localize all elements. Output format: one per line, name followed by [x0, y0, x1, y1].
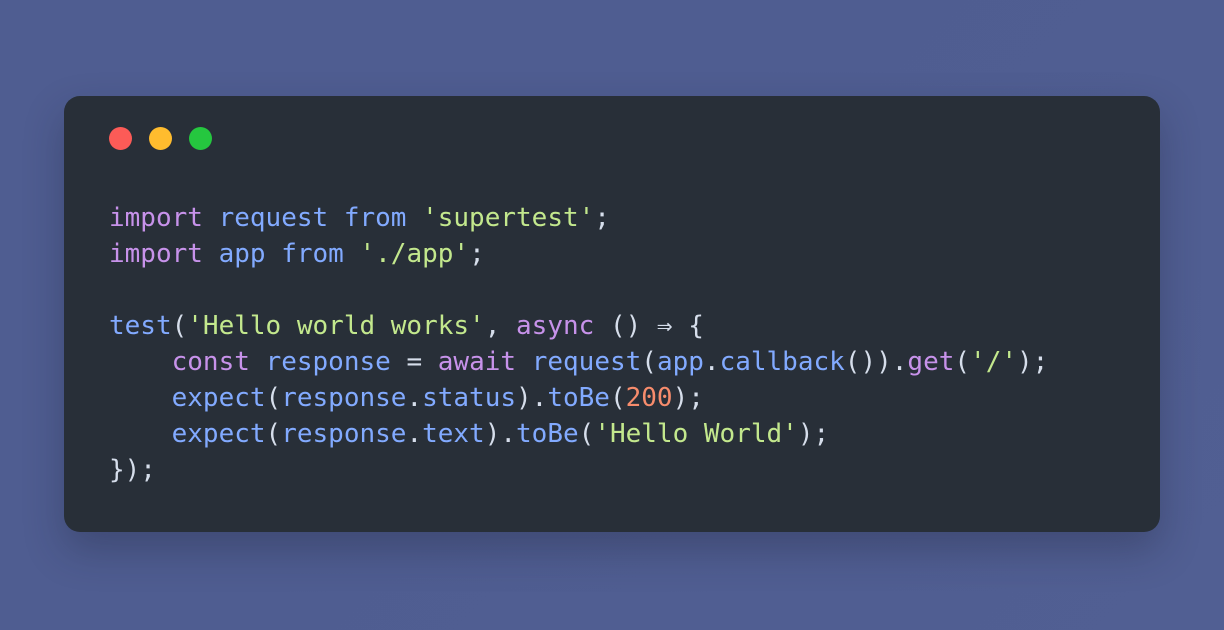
screenshot-stage: import request from 'supertest'; import a… — [0, 0, 1224, 630]
code-token-punct: () — [594, 311, 657, 341]
code-token-punct: ()) — [844, 347, 892, 377]
code-token-punct: { — [672, 311, 704, 341]
code-token-punct: ( — [265, 419, 282, 449]
code-token-punct: . — [891, 347, 908, 377]
code-token-punct: ( — [578, 419, 595, 449]
code-token-prop: text — [422, 419, 485, 449]
code-token-keyword: await — [437, 347, 517, 377]
code-token-punct: , — [484, 311, 517, 341]
code-token-punct: . — [703, 347, 720, 377]
code-token-punct: . — [406, 383, 423, 413]
code-token-method: toBe — [516, 419, 579, 449]
code-token-string: './app' — [359, 239, 470, 269]
code-block: import request from 'supertest'; import a… — [109, 200, 1140, 488]
code-token-punct: ( — [609, 383, 626, 413]
code-token-punct: ; — [469, 239, 485, 269]
code-token-ident: from — [343, 203, 407, 233]
code-token-prop: status — [422, 383, 517, 413]
minimize-traffic-light-icon[interactable] — [149, 126, 172, 150]
code-token-string: 'supertest' — [422, 203, 595, 233]
code-line: const response = await request(app.callb… — [109, 344, 1140, 380]
code-token-punct: ); — [797, 419, 830, 449]
code-token-punct: . — [500, 419, 517, 449]
code-token-func: test — [109, 311, 172, 341]
code-token-func: expect — [171, 419, 266, 449]
code-token-punct: ); — [672, 383, 704, 413]
code-line: import app from './app'; — [109, 236, 1140, 272]
code-token-punct: ( — [265, 383, 282, 413]
code-token-func: expect — [171, 383, 266, 413]
code-line: expect(response.status).toBe(200); — [109, 380, 1140, 416]
code-token-func: request — [531, 347, 642, 377]
code-token-method: get — [907, 347, 955, 377]
code-token-punct: . — [406, 419, 423, 449]
code-token-punct: ); — [1017, 347, 1049, 377]
code-token-punct: ) — [516, 383, 532, 413]
code-token-number: 200 — [625, 383, 673, 413]
code-token-ident: request — [218, 203, 329, 233]
code-token-punct: ; — [594, 203, 610, 233]
code-token-ident: app — [656, 347, 704, 377]
code-token-keyword: async — [516, 311, 595, 341]
code-token-method: toBe — [547, 383, 610, 413]
code-token-keyword: import — [109, 239, 203, 269]
code-token-ident: from — [281, 239, 344, 269]
code-line: import request from 'supertest'; — [109, 200, 1140, 236]
code-token-punct: ( — [641, 347, 657, 377]
code-token-ident: app — [218, 239, 266, 269]
code-token-op: ⇒ — [656, 311, 673, 341]
code-window: import request from 'supertest'; import a… — [64, 96, 1160, 532]
window-titlebar — [64, 96, 1160, 180]
close-traffic-light-icon[interactable] — [109, 126, 132, 150]
code-token-punct: ( — [171, 311, 188, 341]
code-token-string: '/' — [970, 347, 1018, 377]
code-token-keyword: import — [109, 203, 203, 233]
code-token-keyword: const — [171, 347, 250, 377]
code-token-ident: response — [281, 419, 407, 449]
code-token-string: 'Hello World' — [594, 419, 798, 449]
code-token-punct: . — [531, 383, 548, 413]
code-line: }); — [109, 452, 1140, 488]
code-line: test('Hello world works', async () ⇒ { — [109, 308, 1140, 344]
code-token-punct: ) — [484, 419, 501, 449]
code-token-ident: callback — [719, 347, 845, 377]
code-token-ident: response — [281, 383, 407, 413]
code-line: expect(response.text).toBe('Hello World'… — [109, 416, 1140, 452]
code-token-ident: response — [265, 347, 391, 377]
zoom-traffic-light-icon[interactable] — [189, 126, 212, 150]
code-token-punct: }); — [109, 455, 156, 485]
code-token-op: = — [406, 347, 423, 377]
code-token-punct: ( — [954, 347, 971, 377]
code-token-string: 'Hello world works' — [187, 311, 485, 341]
